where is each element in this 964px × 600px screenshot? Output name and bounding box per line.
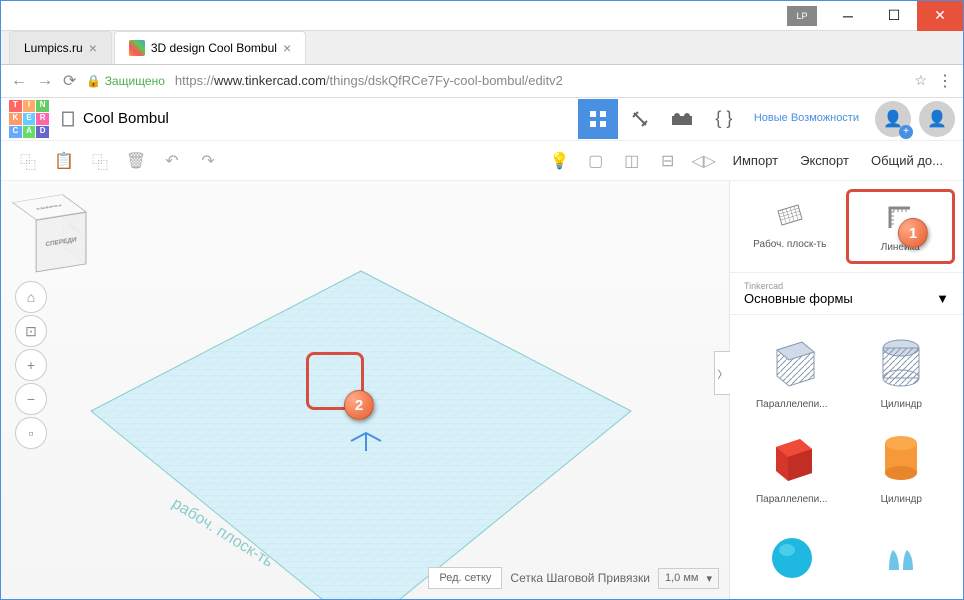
shape-label: Параллелепи... [740,399,844,410]
category-sublabel: Tinkercad [744,281,949,291]
workplane-tool[interactable]: Рабоч. плоск-ть [738,189,842,264]
main-toolbar: ⿻ 📋 ⿻ 🗑 ↶ ↷ 💡 ▢ ◫ ⊟ ◁▷ Импорт Экспорт Об… [1,141,963,181]
back-button[interactable]: ← [11,72,27,90]
canvas-3d[interactable]: СВЕРХУ СПЕРЕДИ СПРАВА ⌂ ⊡ + − ▫ [1,181,729,599]
home-view-button[interactable]: ⌂ [15,281,47,313]
export-button[interactable]: Экспорт [790,141,859,181]
tab-title: Lumpics.ru [24,41,83,55]
viewcube-front[interactable]: СПЕРЕДИ [36,212,87,273]
close-button[interactable]: ✕ [917,1,963,31]
collapse-panel-button[interactable]: 〉 [714,351,730,395]
design-name[interactable]: Cool Bombul [59,110,169,128]
ortho-button[interactable]: ▫ [15,417,47,449]
mirror-button[interactable]: ◁▷ [687,144,721,178]
brick-button[interactable] [662,99,702,139]
shape-label: Цилиндр [850,494,954,505]
lock-icon[interactable]: 🔒 Защищено [86,74,165,88]
add-user-button[interactable]: 👤+ [875,101,911,137]
shape-box-hole[interactable]: Параллелепи... [740,325,844,410]
browser-tab[interactable]: Lumpics.ru × [9,31,112,64]
viewcube[interactable]: СВЕРХУ СПЕРЕДИ СПРАВА [15,199,87,271]
ruler-tool-label: Линейка [853,242,949,253]
tab-close-icon[interactable]: × [89,40,97,56]
ungroup-button[interactable]: ◫ [615,144,649,178]
news-link[interactable]: Новые Возможности [746,112,867,125]
workplane-grid[interactable]: рабоч. плоск-ть [81,261,641,599]
shape-sphere[interactable] [740,515,844,589]
shape-box[interactable]: Параллелепи... [740,420,844,505]
tinkercad-favicon [129,40,145,56]
tab-close-icon[interactable]: × [283,40,291,56]
shape-label: Цилиндр [850,399,954,410]
zoom-in-button[interactable]: + [15,349,47,381]
shape-label: Параллелепи... [740,494,844,505]
copy-button[interactable]: ⿻ [11,144,45,178]
chevron-down-icon: ▼ [936,291,949,306]
bulb-button[interactable]: 💡 [543,144,577,178]
address-bar: ← → ⟳ 🔒 Защищено https://www.tinkercad.c… [1,65,963,98]
shape-cylinder[interactable]: Цилиндр [850,420,954,505]
snap-label: Сетка Шаговой Привязки [510,571,650,585]
annotation-marker-2: 2 [344,390,374,420]
snap-select[interactable]: 1,0 мм▾ [658,568,719,589]
forward-button[interactable]: → [37,72,53,90]
shapes-panel: 〉 Рабоч. плоск-ть Линейка Tinkercad Осно… [729,181,963,599]
group-button[interactable]: ▢ [579,144,613,178]
url-field[interactable]: https://www.tinkercad.com/things/dskQfRC… [175,73,905,88]
undo-button[interactable]: ↶ [155,144,189,178]
browser-tab[interactable]: 3D design Cool Bombul × [114,31,306,64]
pickaxe-button[interactable] [620,99,660,139]
fit-view-button[interactable]: ⊡ [15,315,47,347]
shape-category-select[interactable]: Tinkercad Основные формы ▼ [730,272,963,315]
grid-view-button[interactable] [578,99,618,139]
tinkercad-logo[interactable]: TINKERCAD [9,100,49,138]
redo-button[interactable]: ↷ [191,144,225,178]
app-header: TINKERCAD Cool Bombul { } Новые Возможно… [1,98,963,141]
document-icon [59,110,77,128]
edit-grid-button[interactable]: Ред. сетку [428,567,502,589]
user-avatar[interactable]: 👤 [919,101,955,137]
maximize-button[interactable]: ☐ [871,1,917,31]
browser-menu-icon[interactable]: ⋮ [937,71,953,91]
import-button[interactable]: Импорт [723,141,788,181]
lp-badge: LP [787,6,817,26]
share-button[interactable]: Общий до... [861,141,953,181]
workplane-tool-label: Рабоч. плоск-ть [742,239,838,250]
code-button[interactable]: { } [704,99,744,139]
tab-title: 3D design Cool Bombul [151,41,277,55]
paste-button[interactable]: 📋 [47,144,81,178]
duplicate-button[interactable]: ⿻ [83,144,117,178]
minimize-button[interactable]: ─ [825,1,871,31]
shape-other[interactable] [850,515,954,589]
bookmark-icon[interactable]: ☆ [914,72,927,89]
browser-tabs: Lumpics.ru × 3D design Cool Bombul × [1,31,963,65]
category-name: Основные формы [744,291,853,306]
annotation-marker-1: 1 [898,218,928,248]
align-button[interactable]: ⊟ [651,144,685,178]
shape-cylinder-hole[interactable]: Цилиндр [850,325,954,410]
reload-button[interactable]: ⟳ [63,71,76,91]
window-titlebar: LP ─ ☐ ✕ [1,1,963,31]
workplane-icon [772,197,808,233]
zoom-out-button[interactable]: − [15,383,47,415]
delete-button[interactable]: 🗑 [119,144,153,178]
